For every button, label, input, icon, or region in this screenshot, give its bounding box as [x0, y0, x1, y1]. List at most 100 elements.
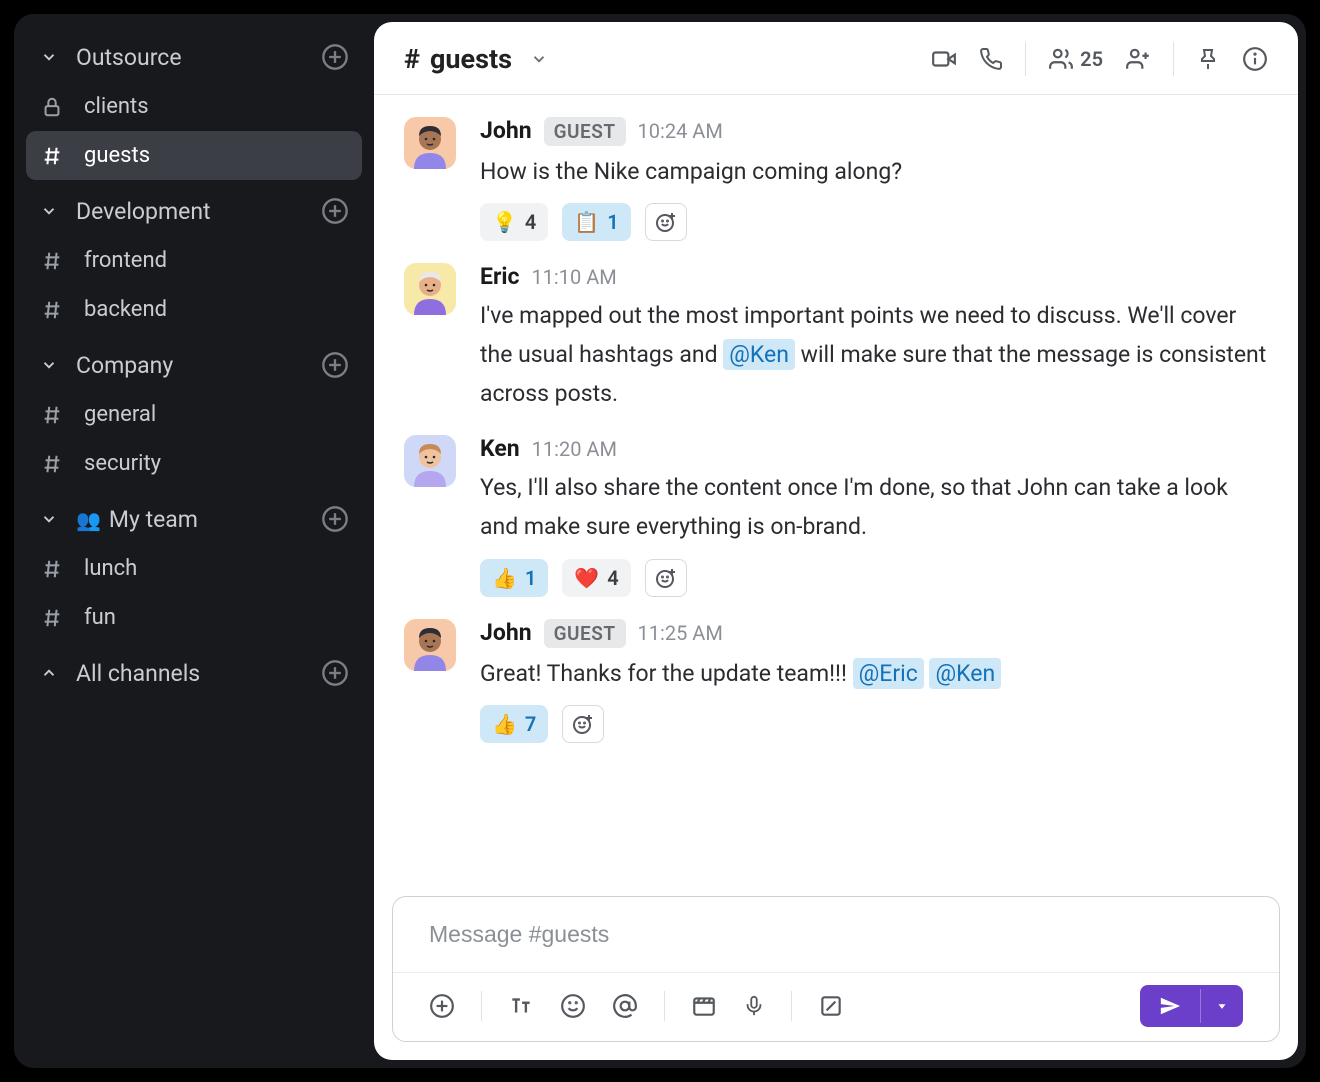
hash-icon — [40, 403, 64, 427]
channel-backend[interactable]: backend — [26, 285, 362, 334]
channel-label: frontend — [84, 248, 167, 273]
message-author[interactable]: John — [480, 619, 532, 646]
guest-badge: GUEST — [544, 619, 626, 648]
mention[interactable]: @Ken — [929, 658, 1001, 689]
channel-label: lunch — [84, 556, 137, 581]
reaction-count: 4 — [607, 566, 618, 590]
section-title: Outsource — [76, 44, 320, 71]
info-button[interactable] — [1242, 46, 1268, 72]
add-channel-button[interactable] — [320, 658, 350, 688]
hash-icon — [40, 557, 64, 581]
channel-label: general — [84, 402, 156, 427]
section-header[interactable]: Development — [26, 186, 362, 236]
chevron-down-icon[interactable] — [38, 46, 60, 68]
section-header[interactable]: Outsource — [26, 32, 362, 82]
composer-toolbar — [393, 972, 1279, 1041]
mention-button[interactable] — [612, 993, 638, 1019]
send-options-dropdown[interactable] — [1200, 989, 1243, 1023]
emoji-button[interactable] — [560, 993, 586, 1019]
reaction[interactable]: 👍1 — [480, 559, 548, 597]
divider — [664, 991, 665, 1021]
mention[interactable]: @Eric — [853, 658, 924, 689]
reaction[interactable]: 👍7 — [480, 705, 548, 743]
chevron-up-icon[interactable] — [38, 662, 60, 684]
video-clip-button[interactable] — [691, 993, 717, 1019]
message-author[interactable]: Eric — [480, 263, 519, 290]
message-body: John GUEST 11:25 AM Great! Thanks for the u… — [480, 619, 1268, 743]
team-icon: 👥 — [76, 508, 101, 532]
message-body: JohnGUEST10:24 AMHow is the Nike campaig… — [480, 117, 1268, 241]
main-panel: # guests 25 — [374, 22, 1298, 1060]
members-count[interactable]: 25 — [1048, 46, 1103, 72]
channel-label: guests — [84, 143, 150, 168]
message-header: Eric 11:10 AM — [480, 263, 1268, 290]
channel-general[interactable]: general — [26, 390, 362, 439]
chevron-down-icon[interactable] — [38, 354, 60, 376]
hash-icon — [40, 298, 64, 322]
message-header: Ken11:20 AM — [480, 435, 1268, 462]
avatar[interactable] — [404, 435, 456, 487]
chevron-down-icon[interactable] — [38, 508, 60, 530]
pin-button[interactable] — [1196, 47, 1220, 71]
hash-icon — [40, 452, 64, 476]
message-author[interactable]: Ken — [480, 435, 520, 462]
channel-name: guests — [430, 43, 512, 75]
message-body: Ken11:20 AMYes, I'll also share the cont… — [480, 435, 1268, 596]
section-title: Development — [76, 198, 320, 225]
reaction[interactable]: 📋1 — [562, 203, 630, 241]
mention[interactable]: @Ken — [723, 339, 795, 370]
sidebar-section: All channels — [26, 648, 362, 698]
avatar[interactable] — [404, 619, 456, 671]
lock-icon — [40, 95, 64, 119]
chevron-down-icon[interactable] — [38, 200, 60, 222]
message-input[interactable] — [393, 897, 1279, 972]
phone-call-button[interactable] — [979, 47, 1003, 71]
section-header[interactable]: 👥My team — [26, 494, 362, 544]
reaction[interactable]: ❤️ 4 — [562, 559, 630, 597]
chevron-down-icon[interactable] — [530, 50, 548, 68]
message: Eric11:10 AMI've mapped out the most imp… — [404, 255, 1268, 427]
add-channel-button[interactable] — [320, 196, 350, 226]
attach-button[interactable] — [429, 993, 455, 1019]
avatar[interactable] — [404, 117, 456, 169]
add-member-button[interactable] — [1125, 46, 1151, 72]
app-window: Outsource clients guests Development fronten… — [14, 14, 1306, 1068]
hash-icon: # — [404, 43, 420, 75]
add-channel-button[interactable] — [320, 42, 350, 72]
hash-icon — [40, 249, 64, 273]
reactions: 👍7 — [480, 705, 1268, 743]
reaction-emoji: ❤️ — [574, 566, 599, 590]
channel-label: clients — [84, 94, 149, 119]
channel-frontend[interactable]: frontend — [26, 236, 362, 285]
shortcut-button[interactable] — [818, 993, 844, 1019]
message-text: Great! Thanks for the update team!!! @Er… — [480, 654, 1268, 693]
add-channel-button[interactable] — [320, 504, 350, 534]
avatar[interactable] — [404, 263, 456, 315]
message-time: 11:25 AM — [638, 621, 723, 645]
format-text-button[interactable] — [508, 993, 534, 1019]
channel-lunch[interactable]: lunch — [26, 544, 362, 593]
message-author[interactable]: John — [480, 117, 532, 144]
audio-clip-button[interactable] — [743, 993, 765, 1019]
add-reaction-button[interactable] — [562, 705, 604, 743]
send-button[interactable] — [1140, 985, 1243, 1027]
add-channel-button[interactable] — [320, 350, 350, 380]
reaction[interactable]: 💡4 — [480, 203, 548, 241]
video-call-button[interactable] — [931, 46, 957, 72]
channel-clients[interactable]: clients — [26, 82, 362, 131]
send-icon[interactable] — [1140, 985, 1200, 1027]
add-reaction-button[interactable] — [645, 203, 687, 241]
channel-guests[interactable]: guests — [26, 131, 362, 180]
reaction-count: 4 — [525, 210, 536, 234]
message-header: JohnGUEST10:24 AM — [480, 117, 1268, 146]
channel-title[interactable]: # guests — [404, 43, 548, 75]
channel-label: security — [84, 451, 161, 476]
message-time: 11:10 AM — [531, 265, 616, 289]
section-header[interactable]: Company — [26, 340, 362, 390]
section-header[interactable]: All channels — [26, 648, 362, 698]
channel-fun[interactable]: fun — [26, 593, 362, 642]
message: John GUEST 11:25 AM Great! Thanks for the u… — [404, 611, 1268, 757]
channel-security[interactable]: security — [26, 439, 362, 488]
add-reaction-button[interactable] — [645, 559, 687, 597]
channel-label: fun — [84, 605, 116, 630]
